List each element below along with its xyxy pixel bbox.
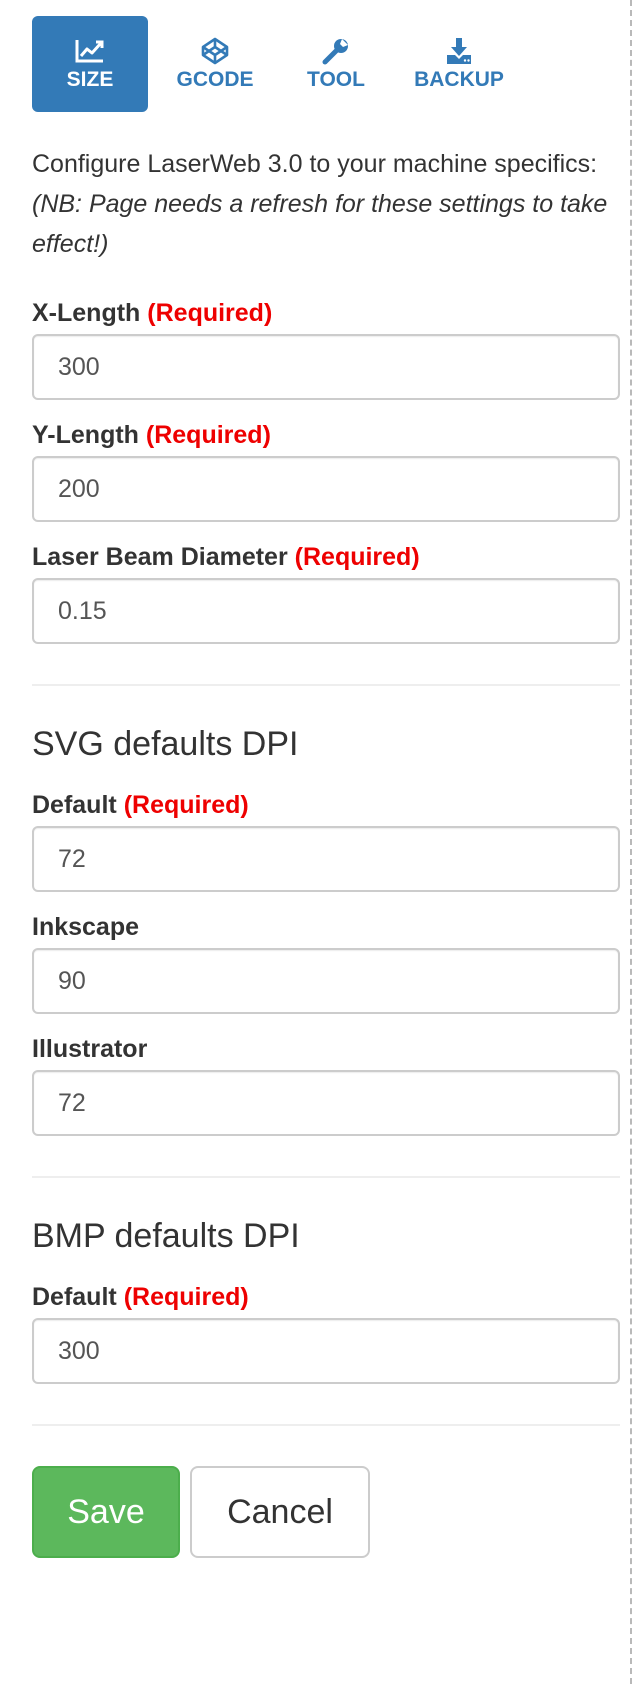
tab-tool-label: TOOL — [307, 68, 365, 91]
settings-panel: SIZE GCODE TOOL BACKUP Configure LaserWe… — [32, 0, 620, 1558]
y-length-input[interactable] — [32, 456, 620, 522]
tab-gcode[interactable]: GCODE — [152, 16, 278, 112]
tab-size-label: SIZE — [66, 68, 114, 91]
tab-tool[interactable]: TOOL — [278, 16, 394, 112]
inkscape-group: Inkscape — [32, 912, 620, 1014]
tab-backup-label: BACKUP — [414, 68, 504, 91]
form-actions: Save Cancel — [32, 1466, 620, 1558]
section-divider — [32, 1176, 620, 1178]
beam-diameter-input[interactable] — [32, 578, 620, 644]
download-icon — [444, 36, 474, 66]
tab-backup[interactable]: BACKUP — [394, 16, 524, 112]
section-divider — [32, 1424, 620, 1426]
required-marker: (Required) — [294, 543, 420, 571]
required-marker: (Required) — [123, 791, 249, 819]
illustrator-dpi-input[interactable] — [32, 1070, 620, 1136]
x-length-group: X-Length (Required) — [32, 298, 620, 400]
svg-default-group: Default (Required) — [32, 790, 620, 892]
y-length-group: Y-Length (Required) — [32, 420, 620, 522]
bmp-default-label: Default (Required) — [32, 1283, 249, 1311]
illustrator-group: Illustrator — [32, 1034, 620, 1136]
illustrator-label: Illustrator — [32, 1035, 148, 1063]
panel-divider[interactable] — [630, 0, 632, 1684]
x-length-input[interactable] — [32, 334, 620, 400]
intro-text: Configure LaserWeb 3.0 to your machine s… — [32, 144, 620, 264]
intro-note: (NB: Page needs a refresh for these sett… — [32, 190, 608, 258]
required-marker: (Required) — [145, 421, 271, 449]
required-marker: (Required) — [147, 299, 273, 327]
beam-diameter-group: Laser Beam Diameter (Required) — [32, 542, 620, 644]
inkscape-label: Inkscape — [32, 913, 140, 941]
chart-line-icon — [75, 36, 105, 66]
tab-size[interactable]: SIZE — [32, 16, 148, 112]
intro-description: Configure LaserWeb 3.0 to your machine s… — [32, 150, 598, 178]
wrench-icon — [321, 36, 351, 66]
y-length-label: Y-Length (Required) — [32, 421, 271, 449]
settings-tabs: SIZE GCODE TOOL BACKUP — [32, 16, 620, 112]
svg-default-dpi-input[interactable] — [32, 826, 620, 892]
bmp-default-dpi-input[interactable] — [32, 1318, 620, 1384]
svg-default-label: Default (Required) — [32, 791, 249, 819]
inkscape-dpi-input[interactable] — [32, 948, 620, 1014]
bmp-default-group: Default (Required) — [32, 1282, 620, 1384]
cancel-button[interactable]: Cancel — [190, 1466, 370, 1558]
tab-gcode-label: GCODE — [176, 68, 254, 91]
svg-section-title: SVG defaults DPI — [32, 725, 299, 763]
section-divider — [32, 684, 620, 686]
codepen-cube-icon — [200, 36, 230, 66]
required-marker: (Required) — [123, 1283, 249, 1311]
bmp-section-title: BMP defaults DPI — [32, 1217, 300, 1255]
save-button[interactable]: Save — [32, 1466, 180, 1558]
x-length-label: X-Length (Required) — [32, 299, 273, 327]
beam-diameter-label: Laser Beam Diameter (Required) — [32, 543, 420, 571]
